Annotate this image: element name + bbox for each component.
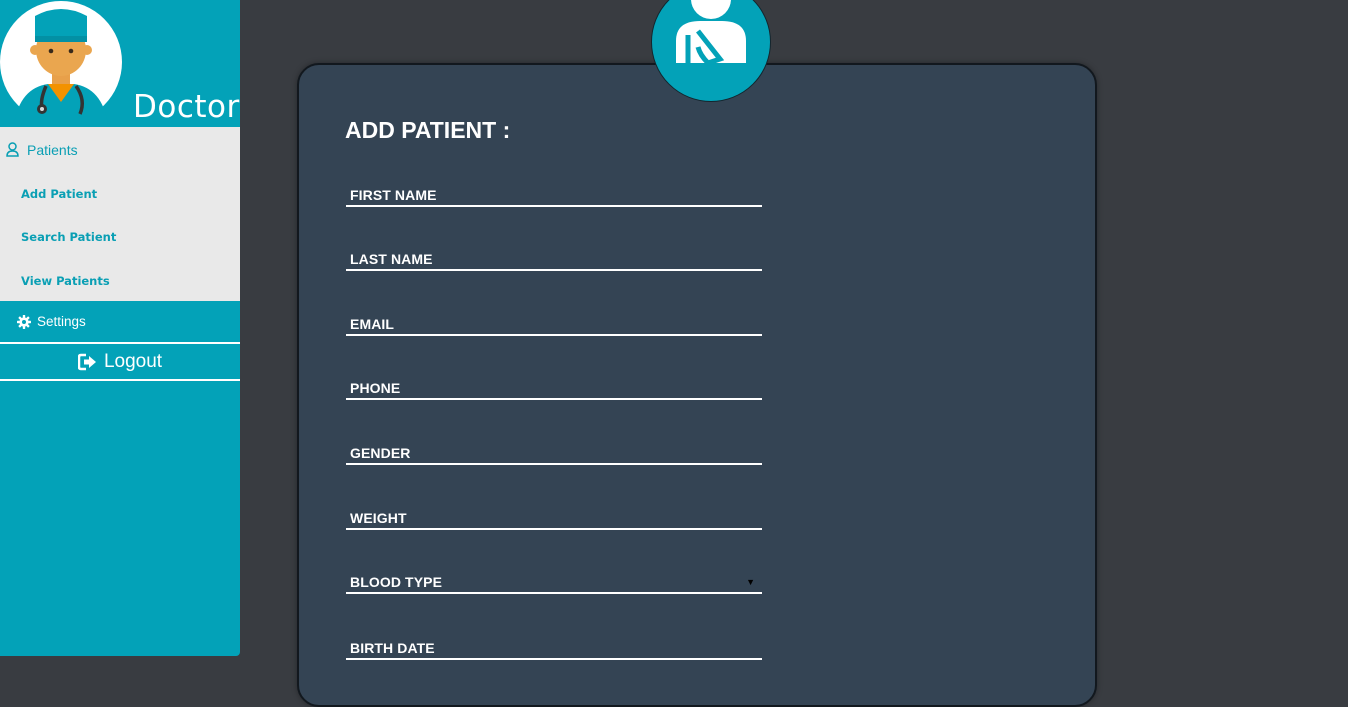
form-title: ADD PATIENT : (345, 117, 511, 143)
sidebar-item-patients[interactable]: Patients (0, 127, 240, 172)
logout-label: Logout (103, 350, 163, 372)
sidebar-item-patients-label: Patients (27, 141, 78, 158)
gender-field[interactable]: GENDER (346, 441, 762, 465)
sidebar-item-settings-label: Settings (37, 314, 86, 329)
logout-button[interactable]: Logout (0, 344, 240, 381)
sidebar-item-add-patient[interactable]: Add Patient (0, 172, 240, 216)
birth-date-label: BIRTH DATE (350, 640, 435, 656)
last-name-label: LAST NAME (350, 251, 433, 267)
sign-out-icon (77, 353, 96, 370)
blood-type-select[interactable]: BLOOD TYPE ▼ (346, 570, 762, 594)
phone-field[interactable]: PHONE (346, 376, 762, 400)
first-name-field[interactable]: FIRST NAME (346, 183, 762, 207)
weight-field[interactable]: WEIGHT (346, 506, 762, 530)
doctor-avatar (0, 1, 122, 124)
chevron-down-icon: ▼ (746, 577, 755, 587)
gender-label: GENDER (350, 445, 411, 461)
phone-label: PHONE (350, 380, 401, 396)
sidebar-item-search-patient[interactable]: Search Patient (0, 216, 240, 260)
sidebar-item-settings[interactable]: Settings (0, 301, 240, 344)
blood-type-label: BLOOD TYPE (350, 574, 443, 590)
sidebar-item-view-patients[interactable]: View Patients (0, 259, 240, 303)
last-name-field[interactable]: LAST NAME (346, 247, 762, 271)
weight-label: WEIGHT (350, 510, 407, 526)
user-icon (6, 142, 19, 157)
add-patient-card: ADD PATIENT : FIRST NAME LAST NAME EMAIL… (297, 63, 1097, 707)
role-title: Doctor (133, 89, 240, 125)
first-name-label: FIRST NAME (350, 187, 437, 203)
profile-header: Doctor (0, 0, 240, 126)
email-label: EMAIL (350, 316, 395, 332)
birth-date-field[interactable]: BIRTH DATE (346, 636, 762, 660)
email-field[interactable]: EMAIL (346, 312, 762, 336)
sidebar: Doctor Patients Add Patient Search Patie… (0, 0, 240, 656)
gear-icon (17, 314, 31, 329)
patients-menu: Patients Add Patient Search Patient View… (0, 127, 240, 301)
